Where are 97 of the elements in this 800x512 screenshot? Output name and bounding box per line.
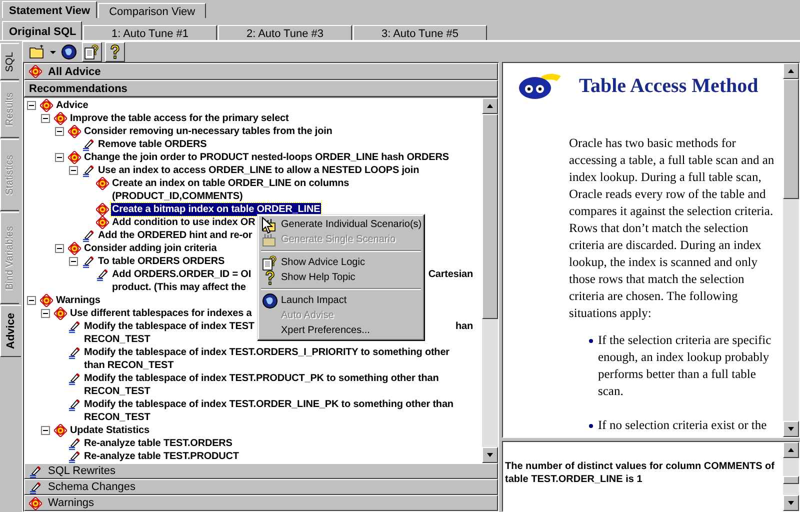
tree-item-label[interactable]: Warnings <box>55 294 102 307</box>
collapse-icon[interactable] <box>55 127 64 136</box>
pencil-icon <box>82 164 95 177</box>
tree-item-label[interactable]: Add the ORDERED hint and re-or <box>97 229 254 242</box>
tree-item-label[interactable]: Create an index on table ORDER_LINE on columns (PRODUCT_ID,COMMENTS) <box>111 177 350 203</box>
tab[interactable]: 2: Auto Tune #3 <box>218 25 352 40</box>
pencil-icon <box>68 346 81 359</box>
document-help-icon[interactable] <box>262 254 278 270</box>
menu-item[interactable]: Show Advice Logic <box>260 255 422 270</box>
target-icon <box>40 294 53 307</box>
target-icon <box>96 203 109 216</box>
globe-icon[interactable] <box>262 292 278 308</box>
target-icon <box>96 177 109 190</box>
pencil-icon <box>68 437 81 450</box>
section-label: Warnings <box>48 497 94 509</box>
tree-item-label[interactable]: Consider removing un-necessary tables from the join <box>83 125 334 138</box>
tree-item-label[interactable]: product. (This may affect the <box>111 281 247 294</box>
section-label: Schema Changes <box>48 481 136 493</box>
section-bar[interactable]: Warnings <box>24 495 498 511</box>
pencil-icon <box>29 480 42 494</box>
tree-item-label[interactable]: Improve the table access for the primary select <box>69 112 290 125</box>
help-title: Table Access Method <box>579 74 758 98</box>
pencil-icon <box>82 229 95 242</box>
tree-item-label[interactable]: han <box>454 320 474 333</box>
tree-item-label[interactable]: Re-analyze table TEST.PRODUCT <box>83 450 240 463</box>
section-header[interactable]: Recommendations <box>24 80 498 97</box>
target-icon <box>68 125 81 138</box>
owl-icon <box>517 71 563 101</box>
collapse-icon[interactable] <box>55 153 64 162</box>
tree-item-label[interactable]: Consider adding join criteria <box>83 242 218 255</box>
collapse-icon[interactable] <box>41 309 50 318</box>
menu-item[interactable]: Xpert Preferences... <box>260 323 422 338</box>
details-text: The number of distinct values for column COMMENTS of table TEST.ORDER_LINE is 1 <box>504 460 776 487</box>
document-help-icon[interactable] <box>84 44 100 60</box>
target-icon <box>29 496 42 510</box>
tree-item-label[interactable]: Modify the tablespace of index TEST <box>83 320 256 333</box>
panel-title: All Advice <box>48 66 101 78</box>
bullet-icon <box>589 339 593 343</box>
tree-item-label[interactable]: Modify the tablespace of index TEST.PRODUCT_PK to something other than RECON_TEST <box>83 372 440 398</box>
menu-item[interactable]: Show Help Topic <box>260 270 422 285</box>
scrollbar[interactable] <box>783 442 799 511</box>
pencil-icon <box>82 255 95 268</box>
tree-item-label[interactable]: Re-analyze table TEST.ORDERS <box>83 437 234 450</box>
hand-icon <box>262 232 278 246</box>
tree-item-label[interactable]: To table ORDERS ORDERS <box>97 255 226 268</box>
target-icon <box>96 216 109 229</box>
folder-icon[interactable] <box>29 45 45 59</box>
tab[interactable]: 1: Auto Tune #1 <box>83 25 217 40</box>
tree-item-label[interactable]: Change the join order to PRODUCT nested-loops ORDER_LINE hash ORDERS <box>83 151 450 164</box>
tree-item-label[interactable]: Modify the tablespace of index TEST.ORDERS_I_PRIORITY to something other than RECON_TEST <box>83 346 450 372</box>
help-bullet-text: If no selection criteria exist or the <box>598 417 767 434</box>
tab[interactable]: Original SQL <box>2 21 82 40</box>
side-tab[interactable]: Advice <box>0 305 21 357</box>
tree-item-label[interactable]: Add ORDERS.ORDER_ID = OI <box>111 268 252 281</box>
tree-item-label[interactable]: Use an index to access ORDER_LINE to allow a NESTED LOOPS join <box>97 164 420 177</box>
collapse-icon[interactable] <box>41 114 50 123</box>
bullet-icon <box>589 424 593 428</box>
tree-item-label[interactable]: Create a bitmap index on table ORDER_LINE <box>111 203 322 216</box>
target-icon <box>54 112 67 125</box>
help-paragraph: Oracle has two basic methods for accessing a table, a full table scan and an index lookup. During a full table scan, Oracle reads every row of the table and compares it against the selection criteria. Rows that don’t match the selection criteria are discarded. During an index lookup, the index is scanned and only those rows that match the selection criteria are chosen. The following situations apply: <box>569 135 775 322</box>
tab[interactable]: 3: Auto Tune #5 <box>353 25 487 40</box>
tree-item-label[interactable]: Use different tablespaces for indexes a <box>69 307 253 320</box>
pencil-icon <box>68 372 81 385</box>
tree-item-label[interactable]: Update Statistics <box>69 424 150 437</box>
tree-item-label[interactable]: RECON_TEST <box>83 333 152 346</box>
side-tab[interactable]: SQL <box>0 43 19 80</box>
tab[interactable]: Statement View <box>2 1 98 18</box>
collapse-icon[interactable] <box>69 166 78 175</box>
tree-item-label[interactable]: Advice <box>55 99 90 112</box>
pencil-icon <box>96 268 109 281</box>
collapse-icon[interactable] <box>27 101 36 110</box>
collapse-icon[interactable] <box>27 296 36 305</box>
globe-icon[interactable] <box>61 44 77 60</box>
section-bar[interactable]: SQL Rewrites <box>24 463 498 479</box>
section-label: SQL Rewrites <box>48 465 116 477</box>
tree-item-label[interactable]: Modify the tablespace of index TEST.ORDER_LINE_PK to something other than RECON_TEST <box>83 398 454 424</box>
caret-icon[interactable] <box>50 50 56 54</box>
section-bar[interactable]: Schema Changes <box>24 479 498 495</box>
tab[interactable]: Comparison View <box>98 3 206 18</box>
collapse-icon[interactable] <box>55 244 64 253</box>
target-icon <box>54 424 67 437</box>
tree-item-label[interactable]: Remove table ORDERS <box>97 138 208 151</box>
target-icon <box>54 307 67 320</box>
collapse-icon[interactable] <box>41 426 50 435</box>
scrollbar[interactable] <box>482 98 498 463</box>
collapse-icon[interactable] <box>69 257 78 266</box>
pencil-icon <box>68 320 81 333</box>
pencil-icon <box>29 464 42 478</box>
menu-item[interactable]: Launch Impact <box>260 293 422 308</box>
scrollbar[interactable] <box>783 63 799 437</box>
pencil-icon <box>68 398 81 411</box>
tree-item-label[interactable]: Cartesian <box>427 268 474 281</box>
pencil-icon <box>82 138 95 151</box>
help-bullet-text: If the selection criteria are specific enough, an index lookup probably performs better than a full table scan. <box>598 332 772 400</box>
target-icon <box>68 242 81 255</box>
target-icon <box>68 151 81 164</box>
tree-item-label[interactable]: Add condition to use index OR <box>111 216 256 229</box>
